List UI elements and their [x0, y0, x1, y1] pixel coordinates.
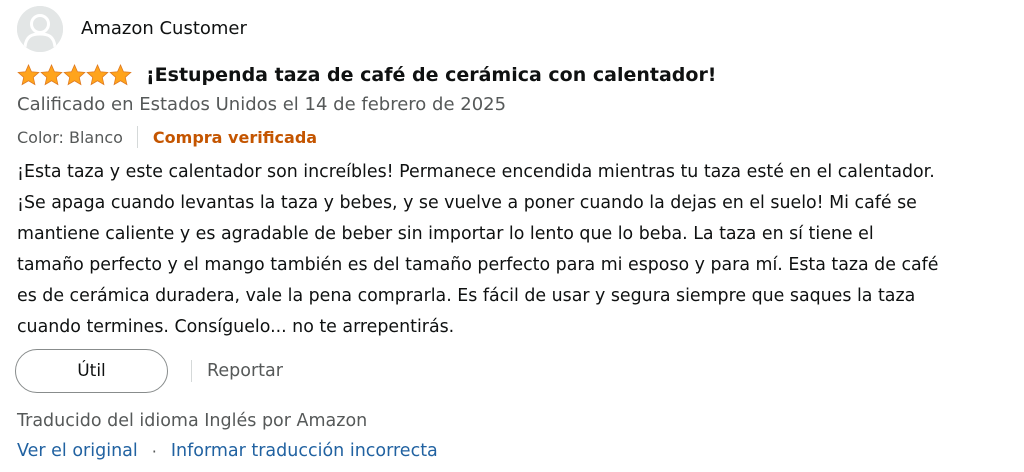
- review-body-line: cuando termines. Consíguelo... no te arr…: [17, 317, 455, 337]
- verified-purchase-badge: Compra verificada: [152, 127, 318, 147]
- translation-notice: Traducido del idioma Inglés por Amazon: [17, 411, 368, 431]
- report-link[interactable]: Reportar: [207, 361, 283, 381]
- review-body-line: ¡Esta taza y este calentador son increíb…: [17, 162, 935, 182]
- review-body-line: es de cerámica duradera, vale la pena co…: [17, 286, 916, 306]
- link-separator: ·: [151, 441, 157, 461]
- review-body-line: mantiene caliente y es agradable de bebe…: [17, 224, 874, 244]
- review-body: ¡Esta taza y este calentador son increíb…: [17, 157, 1017, 343]
- meta-divider: [136, 126, 138, 148]
- star-filled-icon: [63, 64, 86, 86]
- reviewer-profile[interactable]: Amazon Customer: [17, 6, 247, 52]
- customer-review: Amazon Customer ¡Estupenda taza de café …: [0, 0, 1024, 472]
- translation-links: Ver el original · Informar traducción in…: [17, 438, 438, 464]
- review-title[interactable]: ¡Estupenda taza de café de cerámica con …: [146, 62, 716, 88]
- action-divider: [191, 360, 192, 382]
- review-actions: Útil Reportar: [15, 348, 283, 394]
- star-filled-icon: [109, 64, 132, 86]
- review-date: Calificado en Estados Unidos el 14 de fe…: [17, 94, 507, 115]
- star-filled-icon: [40, 64, 63, 86]
- star-filled-icon: [86, 64, 109, 86]
- product-variant[interactable]: Color: Blanco: [17, 128, 123, 147]
- view-original-link[interactable]: Ver el original: [17, 441, 138, 461]
- star-rating[interactable]: [17, 62, 132, 88]
- default-user-avatar-icon[interactable]: [17, 6, 63, 52]
- report-translation-link[interactable]: Informar traducción incorrecta: [171, 441, 438, 461]
- review-body-line: tamaño perfecto y el mango también es de…: [17, 255, 939, 275]
- star-filled-icon: [17, 64, 40, 86]
- review-header: ¡Estupenda taza de café de cerámica con …: [17, 60, 716, 90]
- reviewer-name[interactable]: Amazon Customer: [81, 17, 247, 41]
- review-meta: Color: Blanco Compra verificada: [17, 124, 317, 150]
- helpful-button[interactable]: Útil: [15, 349, 168, 393]
- review-body-line: ¡Se apaga cuando levantas la taza y bebe…: [17, 193, 917, 213]
